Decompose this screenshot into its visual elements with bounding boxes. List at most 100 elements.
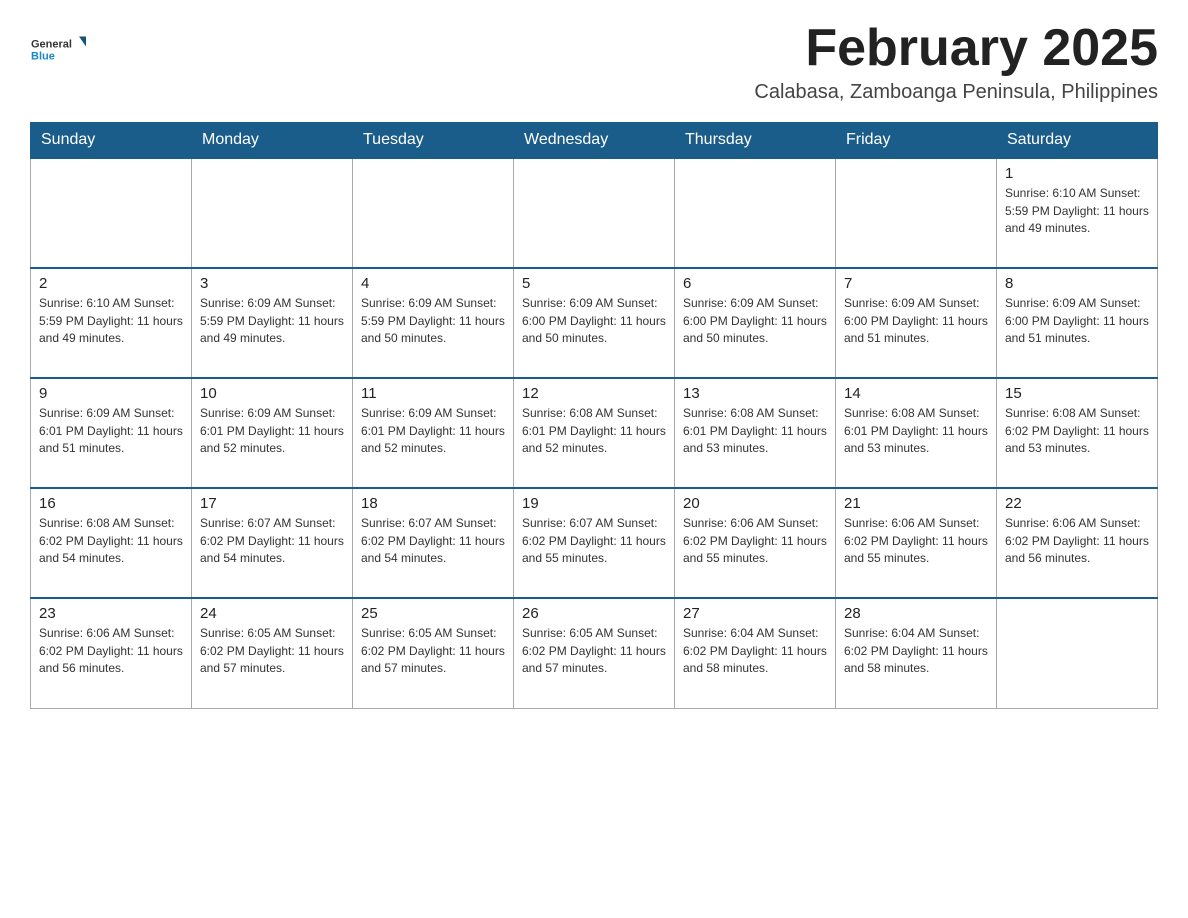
day-number: 20 [683,495,827,512]
day-info: Sunrise: 6:06 AM Sunset: 6:02 PM Dayligh… [683,515,827,567]
table-row: 14Sunrise: 6:08 AM Sunset: 6:01 PM Dayli… [836,378,997,488]
col-wednesday: Wednesday [514,123,675,159]
day-number: 12 [522,385,666,402]
day-info: Sunrise: 6:05 AM Sunset: 6:02 PM Dayligh… [522,625,666,677]
calendar-header-row: Sunday Monday Tuesday Wednesday Thursday… [31,123,1158,159]
logo-svg: General Blue [30,20,90,75]
day-number: 3 [200,275,344,292]
svg-text:Blue: Blue [31,51,55,63]
day-number: 9 [39,385,183,402]
day-info: Sunrise: 6:08 AM Sunset: 6:02 PM Dayligh… [39,515,183,567]
day-number: 5 [522,275,666,292]
day-number: 25 [361,605,505,622]
table-row [836,158,997,268]
day-info: Sunrise: 6:09 AM Sunset: 6:00 PM Dayligh… [522,295,666,347]
table-row: 3 Sunrise: 6:09 AM Sunset: 5:59 PM Daylig… [192,268,353,378]
day-number: 18 [361,495,505,512]
calendar-week-row: 23 Sunrise: 6:06 AM Sunset: 6:02 PM Dayli… [31,598,1158,708]
day-info: Sunrise: 6:07 AM Sunset: 6:02 PM Dayligh… [361,515,505,567]
table-row: 8 Sunrise: 6:09 AM Sunset: 6:00 PM Daylig… [997,268,1158,378]
col-thursday: Thursday [675,123,836,159]
calendar-week-row: 9 Sunrise: 6:09 AM Sunset: 6:01 PM Daylig… [31,378,1158,488]
day-info: Sunrise: 6:09 AM Sunset: 6:00 PM Dayligh… [844,295,988,347]
table-row: 2 Sunrise: 6:10 AM Sunset: 5:59 PM Daylig… [31,268,192,378]
day-number: 14 [844,385,988,402]
table-row: 10 Sunrise: 6:09 AM Sunset: 6:01 PM Dayli… [192,378,353,488]
table-row: 7 Sunrise: 6:09 AM Sunset: 6:00 PM Daylig… [836,268,997,378]
day-number: 22 [1005,495,1149,512]
title-block: February 2025 Calabasa, Zamboanga Penins… [754,20,1158,104]
table-row: 15 Sunrise: 6:08 AM Sunset: 6:02 PM Dayli… [997,378,1158,488]
day-info: Sunrise: 6:07 AM Sunset: 6:02 PM Dayligh… [522,515,666,567]
table-row [675,158,836,268]
logo: General Blue [30,20,90,75]
table-row: 28 Sunrise: 6:04 AM Sunset: 6:02 PM Dayli… [836,598,997,708]
day-info: Sunrise: 6:10 AM Sunset: 5:59 PM Dayligh… [1005,185,1149,237]
day-number: 16 [39,495,183,512]
day-number: 2 [39,275,183,292]
day-info: Sunrise: 6:09 AM Sunset: 6:01 PM Dayligh… [200,405,344,457]
day-number: 7 [844,275,988,292]
day-info: Sunrise: 6:08 AM Sunset: 6:02 PM Dayligh… [1005,405,1149,457]
day-info: Sunrise: 6:09 AM Sunset: 5:59 PM Dayligh… [361,295,505,347]
day-info: Sunrise: 6:05 AM Sunset: 6:02 PM Dayligh… [361,625,505,677]
table-row: 9 Sunrise: 6:09 AM Sunset: 6:01 PM Daylig… [31,378,192,488]
table-row: 20 Sunrise: 6:06 AM Sunset: 6:02 PM Dayli… [675,488,836,598]
col-friday: Friday [836,123,997,159]
table-row: 25 Sunrise: 6:05 AM Sunset: 6:02 PM Dayli… [353,598,514,708]
day-number: 28 [844,605,988,622]
day-info: Sunrise: 6:06 AM Sunset: 6:02 PM Dayligh… [39,625,183,677]
table-row [192,158,353,268]
table-row: 4 Sunrise: 6:09 AM Sunset: 5:59 PM Daylig… [353,268,514,378]
table-row: 6Sunrise: 6:09 AM Sunset: 6:00 PM Daylig… [675,268,836,378]
col-sunday: Sunday [31,123,192,159]
table-row: 16 Sunrise: 6:08 AM Sunset: 6:02 PM Dayli… [31,488,192,598]
day-info: Sunrise: 6:09 AM Sunset: 6:01 PM Dayligh… [361,405,505,457]
day-info: Sunrise: 6:06 AM Sunset: 6:02 PM Dayligh… [844,515,988,567]
table-row: 13Sunrise: 6:08 AM Sunset: 6:01 PM Dayli… [675,378,836,488]
calendar-week-row: 2 Sunrise: 6:10 AM Sunset: 5:59 PM Daylig… [31,268,1158,378]
table-row: 19 Sunrise: 6:07 AM Sunset: 6:02 PM Dayli… [514,488,675,598]
table-row [514,158,675,268]
day-info: Sunrise: 6:05 AM Sunset: 6:02 PM Dayligh… [200,625,344,677]
day-number: 15 [1005,385,1149,402]
day-number: 23 [39,605,183,622]
day-info: Sunrise: 6:09 AM Sunset: 6:00 PM Dayligh… [1005,295,1149,347]
table-row [31,158,192,268]
day-info: Sunrise: 6:04 AM Sunset: 6:02 PM Dayligh… [844,625,988,677]
day-number: 21 [844,495,988,512]
day-number: 4 [361,275,505,292]
svg-text:General: General [31,39,72,51]
table-row: 22 Sunrise: 6:06 AM Sunset: 6:02 PM Dayli… [997,488,1158,598]
day-number: 8 [1005,275,1149,292]
day-number: 10 [200,385,344,402]
calendar-table: Sunday Monday Tuesday Wednesday Thursday… [30,122,1158,709]
col-tuesday: Tuesday [353,123,514,159]
table-row [997,598,1158,708]
col-monday: Monday [192,123,353,159]
page-subtitle: Calabasa, Zamboanga Peninsula, Philippin… [754,81,1158,104]
table-row [353,158,514,268]
day-info: Sunrise: 6:08 AM Sunset: 6:01 PM Dayligh… [683,405,827,457]
day-info: Sunrise: 6:09 AM Sunset: 6:01 PM Dayligh… [39,405,183,457]
calendar-week-row: 1 Sunrise: 6:10 AM Sunset: 5:59 PM Daylig… [31,158,1158,268]
day-info: Sunrise: 6:04 AM Sunset: 6:02 PM Dayligh… [683,625,827,677]
table-row: 11 Sunrise: 6:09 AM Sunset: 6:01 PM Dayli… [353,378,514,488]
day-info: Sunrise: 6:10 AM Sunset: 5:59 PM Dayligh… [39,295,183,347]
day-info: Sunrise: 6:06 AM Sunset: 6:02 PM Dayligh… [1005,515,1149,567]
table-row: 18 Sunrise: 6:07 AM Sunset: 6:02 PM Dayli… [353,488,514,598]
day-info: Sunrise: 6:09 AM Sunset: 5:59 PM Dayligh… [200,295,344,347]
page-title: February 2025 [754,20,1158,77]
day-number: 24 [200,605,344,622]
table-row: 24 Sunrise: 6:05 AM Sunset: 6:02 PM Dayli… [192,598,353,708]
table-row: 5 Sunrise: 6:09 AM Sunset: 6:00 PM Daylig… [514,268,675,378]
table-row: 12Sunrise: 6:08 AM Sunset: 6:01 PM Dayli… [514,378,675,488]
day-number: 17 [200,495,344,512]
page-header: General Blue February 2025 Calabasa, Zam… [30,20,1158,104]
day-number: 19 [522,495,666,512]
calendar-week-row: 16 Sunrise: 6:08 AM Sunset: 6:02 PM Dayli… [31,488,1158,598]
table-row: 17Sunrise: 6:07 AM Sunset: 6:02 PM Dayli… [192,488,353,598]
day-number: 11 [361,385,505,402]
day-number: 1 [1005,165,1149,182]
table-row: 21 Sunrise: 6:06 AM Sunset: 6:02 PM Dayli… [836,488,997,598]
